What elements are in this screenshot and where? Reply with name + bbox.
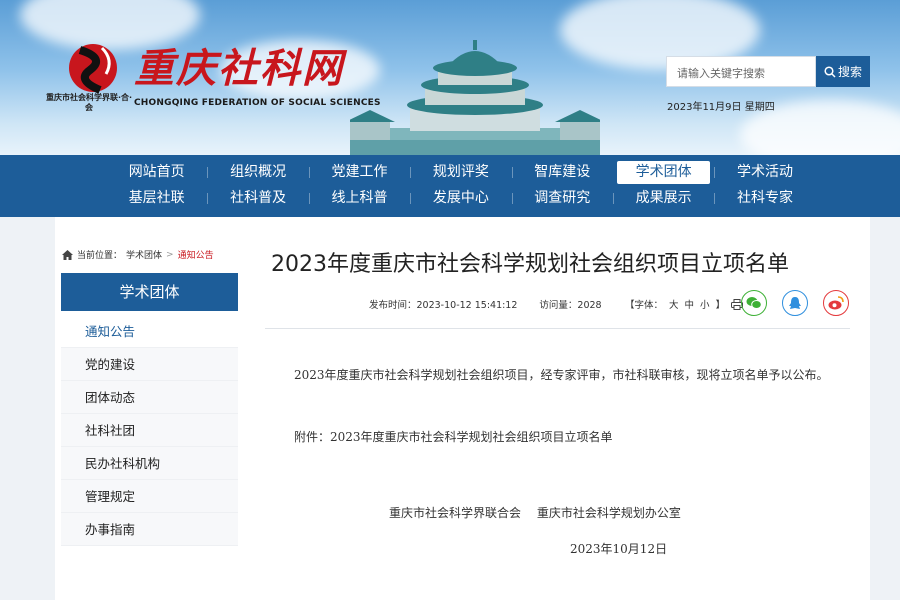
- nav-item-research[interactable]: 调查研究: [511, 187, 613, 210]
- nav-item-party-building[interactable]: 党建工作: [308, 161, 410, 184]
- share-wechat-button[interactable]: [741, 290, 767, 316]
- sidebar-item-social-science-groups[interactable]: 社科社团: [61, 414, 238, 447]
- nav-item-planning-awards[interactable]: 规划评奖: [410, 161, 511, 184]
- great-hall-image: [350, 40, 600, 155]
- current-date: 2023年11月9日 星期四: [667, 102, 775, 113]
- search-icon: [824, 65, 836, 78]
- article-title: 2023年度重庆市社会科学规划社会组织项目立项名单: [271, 252, 789, 277]
- article-meta: 发布时间：2023-10-12 15:41:12 访问量：2028: [369, 297, 602, 311]
- sidebar-item-party-building[interactable]: 党的建设: [61, 348, 238, 381]
- nav-row-1: 网站首页 组织概况 党建工作 规划评奖 智库建设 学术团体 学术活动: [106, 161, 816, 184]
- site-english-name: CHONGQING FEDERATION OF SOCIAL SCIENCES: [134, 98, 381, 108]
- breadcrumb-item-academic-groups[interactable]: 学术团体: [126, 248, 162, 261]
- nav-item-academic-activities[interactable]: 学术活动: [714, 161, 815, 184]
- search-button-label: 搜索: [837, 65, 862, 79]
- nav-item-academic-groups[interactable]: 学术团体: [616, 161, 711, 184]
- wechat-icon: [746, 297, 762, 309]
- nav-item-organization[interactable]: 组织概况: [207, 161, 308, 184]
- search-button[interactable]: 搜索: [816, 56, 870, 87]
- nav-item-home[interactable]: 网站首页: [106, 161, 207, 184]
- home-icon: [62, 249, 73, 260]
- font-size-control: 【字体： 大 中 小 】: [625, 297, 744, 311]
- search-input[interactable]: 请输入关键字搜索: [666, 56, 816, 87]
- breadcrumb-prefix: 当前位置：: [77, 251, 123, 261]
- font-size-close: 】: [715, 300, 726, 311]
- article-attachment[interactable]: 附件：2023年度重庆市社会科学规划社会组织项目立项名单: [294, 425, 613, 449]
- sidebar-title: 学术团体: [61, 273, 238, 311]
- nav-item-achievements[interactable]: 成果展示: [612, 187, 714, 210]
- content-container: 当前位置： 学术团体 > 通知公告 学术团体 通知公告 党的建设 团体动态 社科…: [55, 217, 870, 600]
- breadcrumb: 当前位置： 学术团体 > 通知公告: [62, 248, 214, 261]
- article-sign-date: 2023年10月12日: [570, 542, 668, 556]
- breadcrumb-separator: >: [166, 249, 174, 260]
- view-count: 访问量：2028: [539, 300, 602, 311]
- share-weibo-button[interactable]: [823, 290, 849, 316]
- nav-item-experts[interactable]: 社科专家: [714, 187, 815, 210]
- weibo-icon: [828, 296, 844, 310]
- logo-org-name: 重庆市社会科学界联·合·会: [45, 93, 133, 112]
- article-paragraph: 2023年度重庆市社会科学规划社会组织项目，经专家评审，市社科联审核，现将立项名…: [294, 368, 829, 382]
- title-divider: [265, 328, 850, 329]
- main-nav: 网站首页 组织概况 党建工作 规划评奖 智库建设 学术团体 学术活动 基层社联 …: [0, 155, 900, 217]
- sidebar-item-notices[interactable]: 通知公告: [61, 315, 238, 348]
- nav-item-grassroots[interactable]: 基层社联: [106, 187, 207, 210]
- share-qq-button[interactable]: [782, 290, 808, 316]
- publish-time: 发布时间：2023-10-12 15:41:12: [369, 300, 518, 311]
- nav-item-development-center[interactable]: 发展中心: [410, 187, 511, 210]
- sidebar-menu: 通知公告 党的建设 团体动态 社科社团 民办社科机构 管理规定 办事指南: [61, 315, 238, 546]
- article-signatures: 重庆市社会科学界联合会 重庆市社会科学规划办公室: [389, 506, 681, 520]
- font-size-label: 【字体：: [625, 300, 664, 311]
- nav-item-popularization[interactable]: 社科普及: [207, 187, 308, 210]
- sidebar-item-private-institutions[interactable]: 民办社科机构: [61, 447, 238, 480]
- breadcrumb-item-notices[interactable]: 通知公告: [178, 248, 214, 261]
- sidebar-item-regulations[interactable]: 管理规定: [61, 480, 238, 513]
- header-banner: 重庆市社会科学界联·合·会 重庆社科网 CHONGQING FEDERATION…: [0, 0, 900, 155]
- site-title: 重庆社科网: [134, 45, 344, 92]
- font-size-small[interactable]: 小: [700, 297, 710, 311]
- font-size-large[interactable]: 大: [669, 297, 679, 311]
- font-size-medium[interactable]: 中: [685, 297, 695, 311]
- nav-item-online-science[interactable]: 线上科普: [308, 187, 410, 210]
- qq-icon: [789, 296, 801, 309]
- sidebar-item-group-news[interactable]: 团体动态: [61, 381, 238, 414]
- nav-item-think-tank[interactable]: 智库建设: [511, 161, 613, 184]
- nav-row-2: 基层社联 社科普及 线上科普 发展中心 调查研究 成果展示 社科专家: [106, 187, 816, 210]
- sidebar-item-guide[interactable]: 办事指南: [61, 513, 238, 546]
